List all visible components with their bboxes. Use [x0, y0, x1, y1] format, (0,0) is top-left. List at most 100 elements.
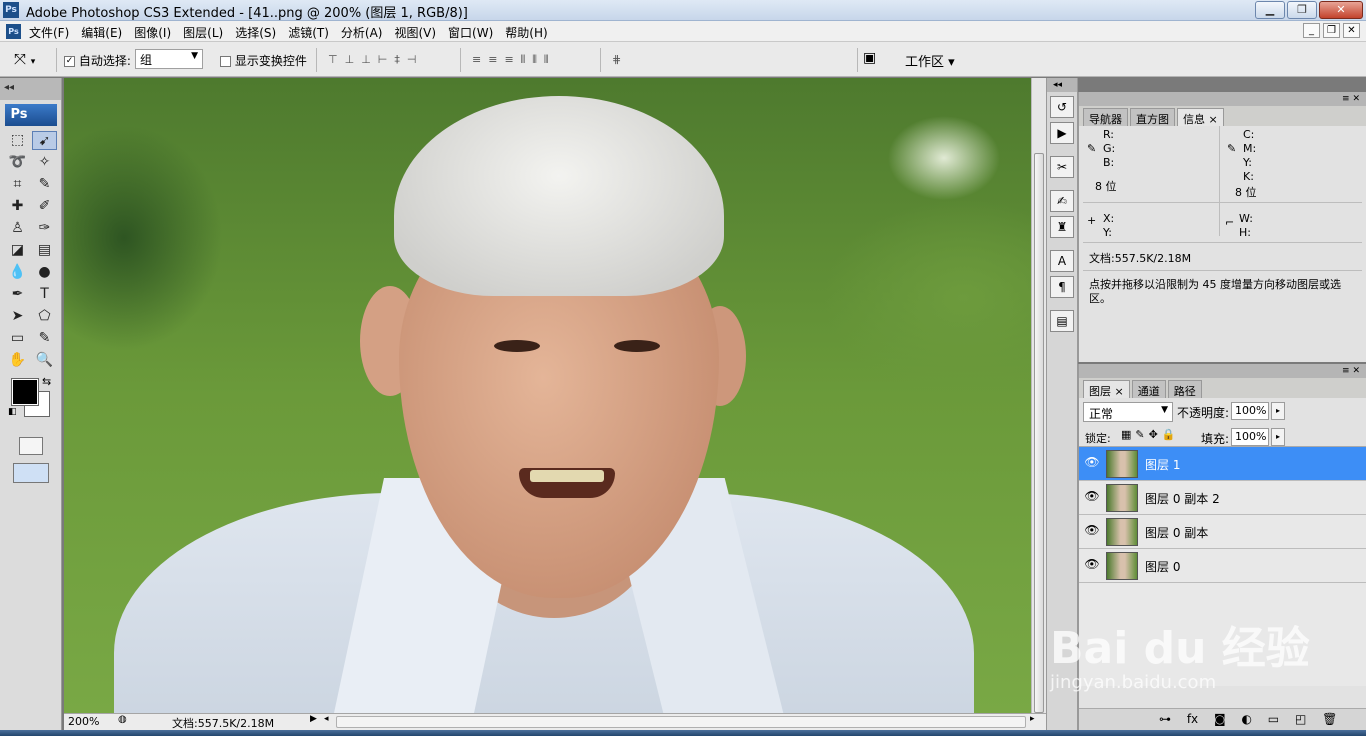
close-button[interactable]: ✕ [1319, 1, 1363, 19]
tool-presets-icon[interactable]: ✂ [1050, 156, 1074, 178]
clone-stamp-tool-icon[interactable]: ♙ [5, 219, 30, 238]
scroll-left-icon[interactable]: ◂ [324, 714, 329, 724]
auto-select-checkbox[interactable]: ✓ [64, 56, 75, 67]
align-bottom-icon[interactable]: ⊥ [361, 53, 371, 66]
notes-tool-icon[interactable]: ▭ [5, 329, 30, 348]
crop-tool-icon[interactable]: ⌗ [5, 175, 30, 194]
quick-mask-button[interactable] [18, 437, 43, 455]
blend-mode-dropdown[interactable]: 正常 ▼ [1083, 402, 1173, 422]
distribute-hcenter-icon[interactable]: ⫴ [532, 53, 537, 67]
dock-collapse[interactable]: ◂◂ [1047, 78, 1077, 92]
align-top-icon[interactable]: ⊤ [328, 53, 338, 66]
vertical-scrollbar[interactable] [1031, 78, 1046, 713]
align-hcenter-icon[interactable]: ‡ [394, 53, 400, 66]
layer-row[interactable]: 👁 图层 0 副本 2 [1079, 481, 1366, 515]
tab-channels[interactable]: 通道 [1131, 380, 1166, 398]
workspace-menu[interactable]: 工作区 ▾ [905, 51, 955, 70]
layer-comps-icon[interactable]: ▤ [1050, 310, 1074, 332]
menu-filter[interactable]: 滤镜(T) [288, 24, 329, 41]
align-left-icon[interactable]: ⊢ [378, 53, 388, 66]
align-right-icon[interactable]: ⊣ [407, 53, 417, 66]
tab-paths[interactable]: 路径 [1167, 380, 1202, 398]
foreground-color-swatch[interactable] [11, 378, 39, 406]
zoom-tool-icon[interactable]: 🔍 [32, 351, 57, 370]
add-mask-icon[interactable]: ◙ [1214, 712, 1226, 726]
horizontal-scrollbar[interactable] [336, 716, 1026, 728]
trash-icon[interactable]: 🗑 [1322, 712, 1337, 726]
auto-align-button[interactable]: ⋕ [612, 53, 621, 66]
move-tool-icon[interactable]: ➹ [32, 131, 57, 150]
brushes-panel-icon[interactable]: ✍ [1050, 190, 1074, 212]
magic-wand-tool-icon[interactable]: ✧ [32, 153, 57, 172]
menu-file[interactable]: 文件(F) [29, 24, 69, 41]
doc-close-button[interactable]: ✕ [1343, 23, 1360, 38]
gradient-tool-icon[interactable]: ▤ [32, 241, 57, 260]
tab-histogram[interactable]: 直方图 [1130, 108, 1175, 126]
align-vcenter-icon[interactable]: ⊥ [345, 53, 355, 66]
show-transform-checkbox[interactable] [220, 56, 231, 67]
distribute-left-icon[interactable]: ⫴ [521, 53, 526, 67]
slice-tool-icon[interactable]: ✎ [32, 175, 57, 194]
brush-tool-icon[interactable]: ✐ [32, 197, 57, 216]
panel-menu-icon[interactable]: ≡ ✕ [1342, 92, 1360, 106]
auto-select-option[interactable]: ✓ 自动选择: [64, 52, 131, 69]
tab-info[interactable]: 信息 × [1177, 108, 1224, 126]
adjustment-layer-icon[interactable]: ◐ [1241, 712, 1251, 726]
layer-style-icon[interactable]: fx [1187, 712, 1198, 726]
doc-minimize-button[interactable]: _ [1303, 23, 1320, 38]
eye-icon[interactable]: 👁 [1083, 489, 1101, 507]
status-menu-icon[interactable]: ◍ [118, 714, 127, 725]
menu-analysis[interactable]: 分析(A) [341, 24, 383, 41]
lock-icons[interactable]: ▦✎✥🔒 [1121, 428, 1180, 441]
fill-slider-button[interactable]: ▸ [1271, 428, 1285, 446]
layer-row[interactable]: 👁 图层 0 副本 [1079, 515, 1366, 549]
pen-tool-icon[interactable]: ✒ [5, 285, 30, 304]
eraser-tool-icon[interactable]: ◪ [5, 241, 30, 260]
type-tool-icon[interactable]: T [32, 285, 57, 304]
distribute-right-icon[interactable]: ⫴ [544, 53, 549, 67]
eye-icon[interactable]: 👁 [1083, 557, 1101, 575]
auto-select-dropdown[interactable]: 组 ▼ [135, 49, 203, 69]
hand-tool-icon[interactable]: ✋ [5, 351, 30, 370]
tab-layers[interactable]: 图层 × [1083, 380, 1130, 398]
new-group-icon[interactable]: ▭ [1268, 712, 1279, 726]
opacity-input[interactable]: 100% [1231, 402, 1269, 420]
menu-window[interactable]: 窗口(W) [448, 24, 493, 41]
menu-view[interactable]: 视图(V) [394, 24, 436, 41]
dodge-tool-icon[interactable]: ● [32, 263, 57, 282]
menu-help[interactable]: 帮助(H) [505, 24, 547, 41]
history-panel-icon[interactable]: ↺ [1050, 96, 1074, 118]
minimize-button[interactable]: ▁ [1255, 1, 1285, 19]
zoom-level[interactable]: 200% [68, 715, 99, 728]
blur-tool-icon[interactable]: 💧 [5, 263, 30, 282]
layer-row[interactable]: 👁 图层 1 [1079, 447, 1366, 481]
move-tool-preset[interactable]: ⤧ ▾ [14, 50, 50, 70]
path-selection-tool-icon[interactable]: ➤ [5, 307, 30, 326]
actions-panel-icon[interactable]: ▶ [1050, 122, 1074, 144]
menu-layer[interactable]: 图层(L) [183, 24, 223, 41]
cmyk-eyedropper-icon[interactable]: ✎ [1227, 142, 1236, 155]
default-colors-icon[interactable]: ◧ [8, 407, 17, 417]
doc-restore-button[interactable]: ❐ [1323, 23, 1340, 38]
eyedropper-tool-icon[interactable]: ✎ [32, 329, 57, 348]
marquee-tool-icon[interactable]: ⬚ [5, 131, 30, 150]
bridge-button[interactable]: ▣ [863, 50, 876, 66]
distribute-top-icon[interactable]: ≡ [472, 53, 481, 67]
lasso-tool-icon[interactable]: ➰ [5, 153, 30, 172]
status-arrow-icon[interactable]: ▶ [310, 714, 317, 724]
eye-icon[interactable]: 👁 [1083, 455, 1101, 473]
clone-source-icon[interactable]: ♜ [1050, 216, 1074, 238]
menu-image[interactable]: 图像(I) [134, 24, 171, 41]
show-transform-option[interactable]: 显示变换控件 [220, 52, 307, 69]
healing-brush-tool-icon[interactable]: ✚ [5, 197, 30, 216]
eye-icon[interactable]: 👁 [1083, 523, 1101, 541]
screen-mode-button[interactable] [12, 463, 49, 483]
swap-colors-icon[interactable]: ⇆ [42, 375, 51, 388]
layer-row[interactable]: 👁 图层 0 [1079, 549, 1366, 583]
panel-menu-icon[interactable]: ≡ ✕ [1342, 364, 1360, 378]
rgb-eyedropper-icon[interactable]: ✎ [1087, 142, 1096, 155]
distribute-vcenter-icon[interactable]: ≡ [488, 53, 497, 67]
tab-navigator[interactable]: 导航器 [1083, 108, 1128, 126]
restore-button[interactable]: ❐ [1287, 1, 1317, 19]
new-layer-icon[interactable]: ◰ [1295, 712, 1306, 726]
